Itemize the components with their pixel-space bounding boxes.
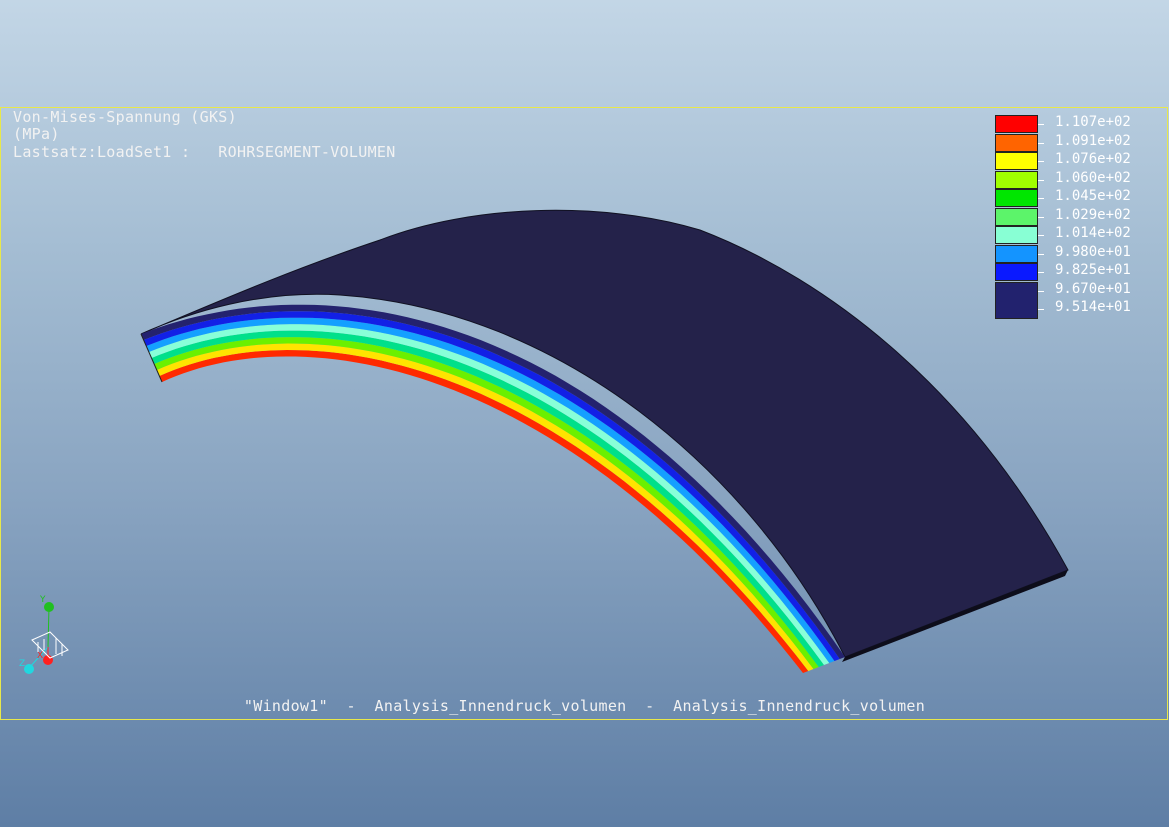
coordinate-triad: Y Z X	[19, 595, 69, 674]
legend-tick	[1038, 235, 1044, 236]
legend-value: 1.014e+02	[1055, 225, 1131, 241]
legend-swatch	[995, 133, 1038, 152]
legend-value: 1.060e+02	[1055, 169, 1131, 186]
legend-tick	[1038, 309, 1044, 310]
legend-tick	[1038, 161, 1044, 162]
legend-tick	[1038, 198, 1044, 199]
z-axis-icon	[24, 664, 34, 674]
legend-value: 1.107e+02	[1055, 114, 1131, 130]
legend-entry: 1.076e+02	[995, 151, 1155, 170]
legend-value: 1.029e+02	[1055, 206, 1131, 223]
legend-entry: 1.091e+02	[995, 132, 1155, 152]
legend-value: 9.825e+01	[1055, 262, 1131, 278]
legend-value: 9.670e+01	[1055, 280, 1131, 297]
y-axis-line	[47, 606, 50, 648]
legend-entry: 1.029e+02	[995, 206, 1155, 226]
legend-value: 1.091e+02	[1055, 132, 1131, 149]
legend-tick	[1038, 142, 1044, 144]
legend-entry: 1.045e+02	[995, 188, 1155, 207]
legend-swatch	[995, 207, 1038, 226]
x-axis-label: X	[37, 651, 43, 661]
legend-value: 1.076e+02	[1055, 151, 1131, 167]
legend-swatch	[995, 152, 1038, 170]
window-caption: "Window1" - Analysis_Innendruck_volumen …	[243, 697, 926, 715]
legend-value: 1.045e+02	[1055, 188, 1131, 204]
legend-entry: 1.107e+02	[995, 114, 1155, 133]
legend-swatch	[995, 226, 1038, 244]
legend-tick	[1038, 272, 1044, 273]
legend-entry: 9.825e+01	[995, 262, 1155, 281]
legend-tick	[1038, 124, 1044, 125]
legend-entry: 9.670e+01	[995, 280, 1155, 319]
legend-tick	[1038, 179, 1044, 181]
legend-swatch	[995, 170, 1038, 189]
legend-swatch	[995, 244, 1038, 263]
legend-entry: 1.014e+02	[995, 225, 1155, 244]
z-axis-label: Z	[19, 659, 25, 669]
legend-entry: 9.980e+01	[995, 243, 1155, 263]
legend-swatch	[995, 115, 1038, 133]
legend-entry: 9.514e+01	[995, 299, 1155, 318]
legend-entry: 1.060e+02	[995, 169, 1155, 189]
legend-tick	[1038, 290, 1044, 292]
y-axis-icon	[44, 602, 54, 612]
legend-value: 9.980e+01	[1055, 243, 1131, 260]
legend-value: 9.514e+01	[1055, 299, 1131, 315]
legend-tick	[1038, 253, 1044, 255]
legend-tick	[1038, 216, 1044, 218]
legend-swatch	[995, 189, 1038, 207]
legend-swatch	[995, 263, 1038, 281]
legend-swatch	[995, 300, 1038, 318]
y-axis-label: Y	[39, 595, 46, 605]
